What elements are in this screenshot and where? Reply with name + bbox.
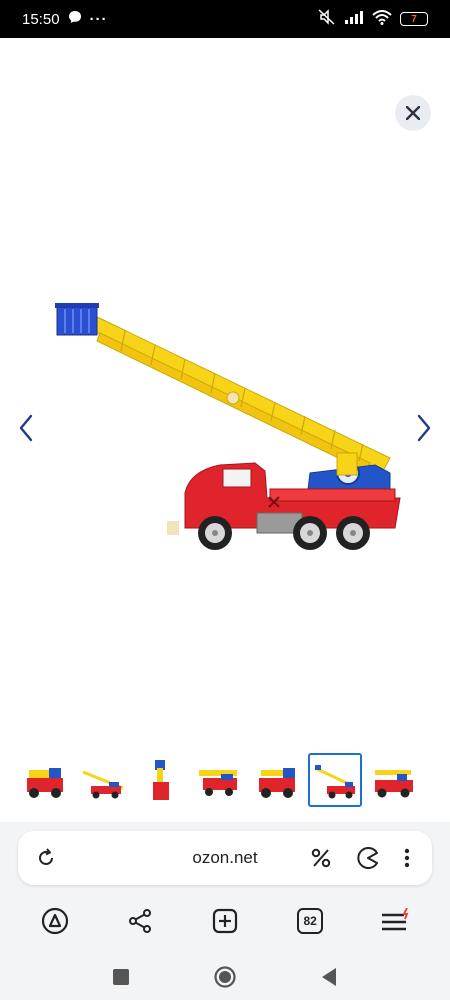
home-button[interactable] [213,965,237,989]
circle-icon [214,966,236,988]
signal-icon [344,10,364,28]
new-tab-button[interactable] [208,904,242,938]
battery-icon: 7 [400,12,428,26]
thumbnail-strip [0,752,450,808]
chevron-left-icon [19,414,33,442]
thumbnail-3[interactable] [134,753,188,807]
previous-image-button[interactable] [16,413,36,443]
product-image[interactable] [45,293,405,563]
alice-icon [41,907,68,935]
close-button[interactable] [395,95,431,131]
plus-square-icon [212,908,238,934]
battery-level: 7 [411,13,417,25]
ladder [88,314,391,472]
triangle-back-icon [322,968,336,986]
pacman-button[interactable] [356,846,380,870]
thumbnail-7[interactable] [366,753,420,807]
recents-button[interactable] [109,965,133,989]
tabs-button[interactable]: 82 [293,904,327,938]
menu-more-button[interactable] [395,846,419,870]
pie-icon [357,847,378,869]
bottom-toolbar: 82 [0,900,450,942]
discount-button[interactable] [309,846,333,870]
mute-icon [318,9,336,29]
hamburger-icon [382,908,409,931]
more-dots-icon: ··· [89,10,108,28]
close-icon [406,106,420,120]
thumbnail-5[interactable] [250,753,304,807]
back-button[interactable] [317,965,341,989]
thumbnail-2[interactable] [76,753,130,807]
tab-count: 82 [297,908,324,934]
percent-icon [311,848,331,868]
clock: 15:50 [22,10,60,28]
thumbnail-1[interactable] [18,753,72,807]
next-image-button[interactable] [414,413,434,443]
thumbnail-4[interactable] [192,753,246,807]
share-button[interactable] [123,904,157,938]
status-bar: 15:50 ··· 7 [0,0,450,38]
reload-button[interactable] [34,846,58,870]
wifi-icon [372,9,392,29]
message-icon [68,10,82,28]
browser-chrome: ozon.net 82 [0,822,450,1000]
basket [55,303,99,336]
vertical-dots-icon [404,848,410,868]
reload-icon [39,848,53,865]
alice-button[interactable] [38,904,72,938]
main-menu-button[interactable] [378,904,412,938]
address-bar[interactable]: ozon.net [18,831,432,885]
share-icon [128,909,151,933]
square-icon [113,969,129,985]
thumbnail-6-active[interactable] [308,753,362,807]
image-viewer [0,38,450,750]
chevron-right-icon [417,414,431,442]
system-navigation [0,954,450,1000]
